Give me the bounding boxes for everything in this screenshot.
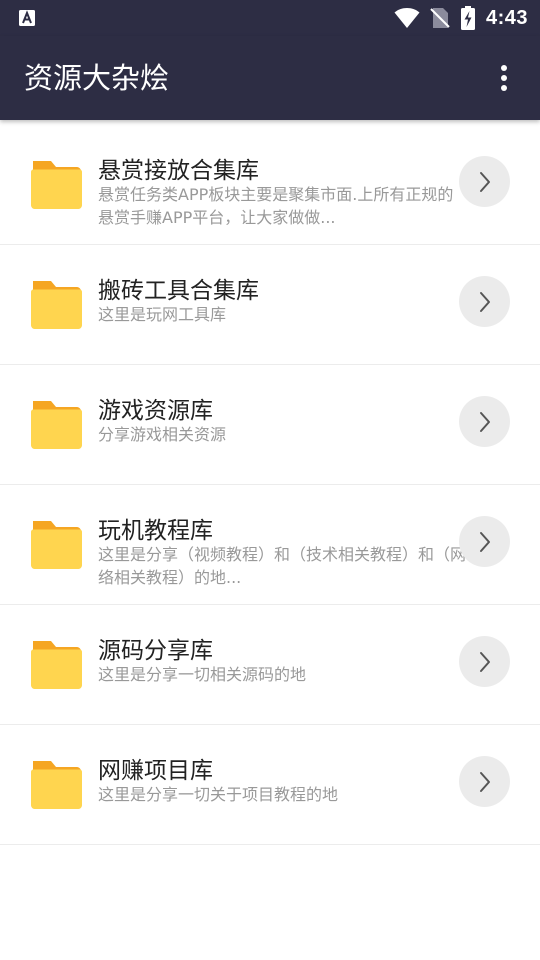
list-item[interactable]: 网赚项目库 这里是分享一切关于项目教程的地	[0, 725, 540, 845]
status-bar: 4:43	[0, 0, 540, 36]
item-description: 分享游戏相关资源	[98, 425, 227, 444]
item-description: 这里是分享一切相关源码的地	[98, 665, 307, 684]
list-item[interactable]: 游戏资源库 分享游戏相关资源	[0, 365, 540, 485]
wifi-icon	[394, 8, 420, 28]
more-options-button[interactable]	[482, 56, 526, 100]
item-title: 悬赏接放合集库	[98, 158, 259, 184]
more-vert-icon-dot	[501, 85, 507, 91]
app-title: 资源大杂烩	[24, 61, 170, 95]
app-bar: 资源大杂烩	[0, 36, 540, 120]
a-notification-icon	[19, 10, 35, 26]
open-button[interactable]	[459, 396, 510, 447]
open-button[interactable]	[459, 636, 510, 687]
item-title: 网赚项目库	[98, 758, 213, 784]
chevron-right-icon	[479, 651, 490, 672]
item-description: 悬赏任务类APP板块主要是聚集市面.上所有正规的悬赏手赚APP平台，让大家做做.…	[98, 185, 454, 227]
folder-icon	[31, 761, 82, 809]
item-title: 游戏资源库	[98, 398, 213, 424]
status-time: 4:43	[485, 6, 528, 29]
chevron-right-icon	[479, 411, 490, 432]
resource-list: 悬赏接放合集库 悬赏任务类APP板块主要是聚集市面.上所有正规的悬赏手赚APP平…	[0, 125, 540, 845]
open-button[interactable]	[459, 516, 510, 567]
item-description: 这里是分享一切关于项目教程的地	[98, 785, 339, 804]
more-vert-icon-dot	[501, 75, 507, 81]
list-item[interactable]: 玩机教程库 这里是分享（视频教程）和（技术相关教程）和（网络相关教程）的地...	[0, 485, 540, 605]
open-button[interactable]	[459, 156, 510, 207]
folder-icon	[31, 641, 82, 689]
chevron-right-icon	[479, 291, 490, 312]
status-icons: 4:43	[394, 0, 528, 36]
folder-icon	[31, 281, 82, 329]
folder-icon	[31, 521, 82, 569]
item-description: 这里是玩网工具库	[98, 305, 227, 324]
folder-icon	[31, 161, 82, 209]
item-title: 搬砖工具合集库	[98, 278, 259, 304]
battery-charging-icon	[460, 6, 475, 30]
screen: 4:43 资源大杂烩 悬赏接放合集库 悬赏任务类APP板块主要是聚集市面.上所有…	[0, 0, 540, 960]
folder-icon	[31, 401, 82, 449]
open-button[interactable]	[459, 756, 510, 807]
list-item[interactable]: 搬砖工具合集库 这里是玩网工具库	[0, 245, 540, 365]
more-vert-icon	[501, 65, 507, 71]
chevron-right-icon	[479, 531, 490, 552]
list-item[interactable]: 悬赏接放合集库 悬赏任务类APP板块主要是聚集市面.上所有正规的悬赏手赚APP平…	[0, 125, 540, 245]
item-title: 源码分享库	[98, 638, 213, 664]
list-item[interactable]: 源码分享库 这里是分享一切相关源码的地	[0, 605, 540, 725]
item-description: 这里是分享（视频教程）和（技术相关教程）和（网络相关教程）的地...	[98, 545, 466, 587]
no-sim-icon	[430, 8, 450, 28]
item-title: 玩机教程库	[98, 518, 213, 544]
chevron-right-icon	[479, 771, 490, 792]
open-button[interactable]	[459, 276, 510, 327]
chevron-right-icon	[479, 171, 490, 192]
